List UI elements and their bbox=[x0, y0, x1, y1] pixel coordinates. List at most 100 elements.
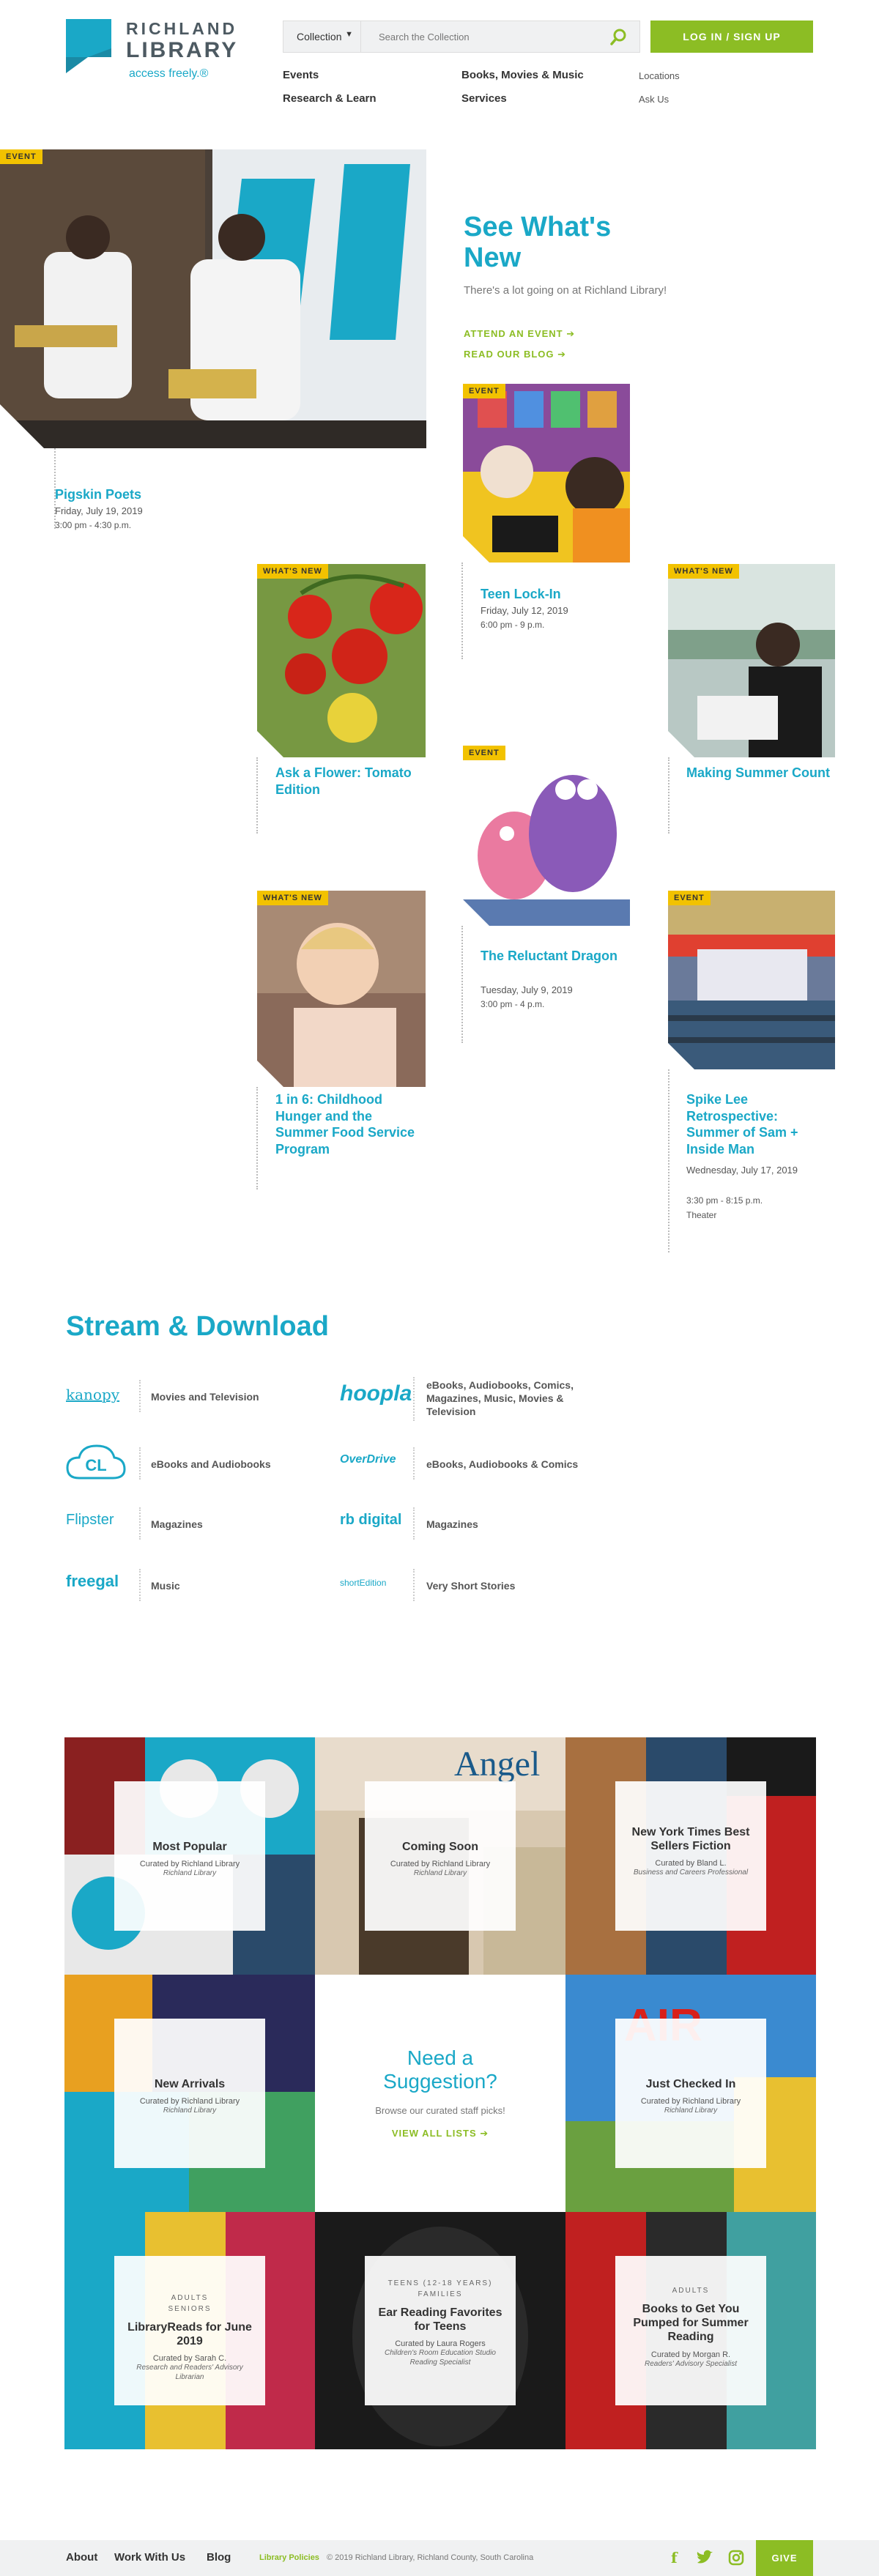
footer-copyright: © 2019 Richland Library, Richland County… bbox=[327, 2553, 534, 2562]
pigskin-poets-image[interactable] bbox=[0, 149, 426, 448]
ask-a-flower-title[interactable]: Ask a Flower: Tomato Edition bbox=[275, 765, 422, 798]
kanopy-label[interactable]: Movies and Television bbox=[151, 1390, 259, 1403]
hero-subtitle: There's a lot going on at Richland Libra… bbox=[464, 284, 667, 297]
facebook-icon[interactable]: f bbox=[671, 2549, 678, 2566]
reluctant-dragon-date: Tuesday, July 9, 2019 bbox=[481, 984, 573, 995]
overdrive-logo[interactable]: OverDrive bbox=[340, 1453, 396, 1466]
teen-lockin-date: Friday, July 12, 2019 bbox=[481, 605, 568, 616]
kanopy-logo[interactable]: kanopy bbox=[66, 1386, 119, 1403]
give-button[interactable]: GIVE bbox=[756, 2540, 813, 2576]
spike-lee-title[interactable]: Spike Lee Retrospective: Summer of Sam +… bbox=[686, 1091, 826, 1157]
need-suggestion-subtitle: Browse our curated staff picks! bbox=[375, 2105, 505, 2117]
login-signup-button[interactable]: LOG IN / SIGN UP bbox=[650, 21, 813, 53]
nav-events[interactable]: Events bbox=[283, 69, 319, 81]
logo-tagline: access freely.® bbox=[129, 67, 209, 80]
overdrive-label[interactable]: eBooks, Audiobooks & Comics bbox=[426, 1458, 578, 1471]
summer-reading-image[interactable] bbox=[668, 564, 835, 757]
tomato-image[interactable] bbox=[257, 564, 426, 757]
card-category: ADULTS SENIORS bbox=[168, 2294, 212, 2313]
view-all-lists-link[interactable]: VIEW ALL LISTS ➔ bbox=[315, 2128, 565, 2139]
attend-event-link[interactable]: ATTEND AN EVENT ➔ bbox=[464, 328, 575, 340]
childhood-hunger-title[interactable]: 1 in 6: Childhood Hunger and the Summer … bbox=[275, 1091, 422, 1157]
short-edition-logo[interactable]: shortEdition bbox=[340, 1578, 386, 1588]
just-checked-in-tile[interactable]: AIR Just Checked In Curated by Richland … bbox=[565, 1975, 816, 2212]
new-arrivals-card: New Arrivals Curated by Richland Library… bbox=[114, 2019, 265, 2168]
teen-lockin-title[interactable]: Teen Lock-In bbox=[481, 586, 561, 603]
search-collection-select[interactable]: Collection ▼ bbox=[283, 21, 361, 52]
boy-reading-photo bbox=[668, 564, 835, 757]
instagram-icon[interactable] bbox=[728, 2550, 744, 2566]
cloud-library-label[interactable]: eBooks and Audiobooks bbox=[151, 1458, 271, 1471]
summer-reading-card: ADULTS Books to Get You Pumped for Summe… bbox=[615, 2256, 766, 2405]
card-title: Most Popular bbox=[152, 1841, 227, 1853]
flipster-logo[interactable]: Flipster bbox=[66, 1512, 114, 1529]
spike-lee-image[interactable] bbox=[668, 891, 835, 1069]
search-bar: Collection ▼ bbox=[283, 21, 640, 53]
reluctant-dragon-time: 3:00 pm - 4 p.m. bbox=[481, 999, 545, 1009]
making-summer-count-title[interactable]: Making Summer Count bbox=[686, 765, 833, 782]
corner-cut bbox=[0, 404, 44, 448]
need-suggestion-panel: Need a Suggestion? Browse our curated st… bbox=[315, 1975, 565, 2212]
event-tag: EVENT bbox=[463, 384, 505, 398]
libraryreads-tile[interactable]: ADULTS SENIORS LibraryReads for June 201… bbox=[64, 2212, 315, 2449]
hoopla-logo[interactable]: hoopla bbox=[340, 1381, 412, 1406]
card-role: Richland Library bbox=[664, 2107, 718, 2115]
nav-locations[interactable]: Locations bbox=[639, 70, 680, 81]
event-tag: EVENT bbox=[0, 149, 42, 164]
freegal-logo[interactable]: freegal bbox=[66, 1572, 119, 1591]
card-title: LibraryReads for June 2019 bbox=[127, 2321, 252, 2348]
nav-research-learn[interactable]: Research & Learn bbox=[283, 92, 377, 105]
ear-reading-tile[interactable]: TEENS (12-18 YEARS) FAMILIES Ear Reading… bbox=[315, 2212, 565, 2449]
spike-lee-date: Wednesday, July 17, 2019 bbox=[686, 1165, 798, 1176]
reluctant-dragon-title[interactable]: The Reluctant Dragon bbox=[481, 948, 627, 965]
footer-blog-link[interactable]: Blog bbox=[207, 2551, 231, 2564]
chevron-down-icon: ▼ bbox=[345, 30, 353, 39]
card-title: Coming Soon bbox=[402, 1841, 478, 1853]
most-popular-tile[interactable]: Most Popular Curated by Richland Library… bbox=[64, 1737, 315, 1975]
pigskin-poets-title[interactable]: Pigskin Poets bbox=[55, 486, 141, 503]
need-suggestion-title: Need a Suggestion? bbox=[383, 2046, 497, 2093]
card-title: Books to Get You Pumped for Summer Readi… bbox=[633, 2303, 749, 2344]
nav-services[interactable]: Services bbox=[461, 92, 507, 105]
nyt-bestsellers-tile[interactable]: New York Times Best Sellers Fiction Cura… bbox=[565, 1737, 816, 1975]
card-curator: Curated by Richland Library bbox=[139, 2097, 240, 2107]
new-arrivals-tile[interactable]: New Arrivals Curated by Richland Library… bbox=[64, 1975, 315, 2212]
rbdigital-label[interactable]: Magazines bbox=[426, 1518, 478, 1531]
whats-new-tag: WHAT'S NEW bbox=[668, 564, 739, 579]
cloud-library-icon[interactable]: CL bbox=[66, 1443, 126, 1482]
card-curator: Curated by Richland Library bbox=[139, 1860, 240, 1869]
most-popular-card: Most Popular Curated by Richland Library… bbox=[114, 1781, 265, 1931]
footer-policies-link[interactable]: Library Policies bbox=[259, 2553, 319, 2562]
short-edition-label[interactable]: Very Short Stories bbox=[426, 1579, 515, 1592]
card-curator: Curated by Sarah C. bbox=[152, 2354, 227, 2364]
rbdigital-logo[interactable]: rb digital bbox=[340, 1512, 401, 1529]
summer-reading-tile[interactable]: ADULTS Books to Get You Pumped for Summe… bbox=[565, 2212, 816, 2449]
hoopla-label[interactable]: eBooks, Audiobooks, Comics, Magazines, M… bbox=[426, 1378, 595, 1419]
freegal-label[interactable]: Music bbox=[151, 1579, 180, 1592]
logo-line2: LIBRARY bbox=[126, 38, 239, 62]
footer-work-link[interactable]: Work With Us bbox=[114, 2551, 185, 2564]
footer-about-link[interactable]: About bbox=[66, 2551, 97, 2564]
search-input[interactable] bbox=[361, 21, 596, 52]
card-role: Research and Readers' Advisory Librarian bbox=[136, 2364, 243, 2382]
card-category: ADULTS bbox=[672, 2287, 710, 2295]
dragon-image[interactable] bbox=[463, 746, 630, 926]
spike-lee-place: Theater bbox=[686, 1210, 717, 1220]
flipster-label[interactable]: Magazines bbox=[151, 1518, 203, 1531]
search-icon[interactable] bbox=[609, 27, 629, 48]
hero-title: See What's New bbox=[464, 212, 612, 273]
nav-ask-us[interactable]: Ask Us bbox=[639, 94, 669, 105]
twitter-icon[interactable] bbox=[696, 2550, 713, 2566]
whats-new-tag: WHAT'S NEW bbox=[257, 891, 328, 905]
library-logo-icon[interactable] bbox=[66, 19, 117, 73]
teen-lockin-image[interactable] bbox=[463, 384, 630, 563]
card-curator: Curated by Richland Library bbox=[390, 1860, 491, 1869]
card-curator: Curated by Laura Rogers bbox=[395, 2339, 486, 2349]
coming-soon-tile[interactable]: Angel Coming Soon Curated by Richland Li… bbox=[315, 1737, 565, 1975]
just-checked-in-card: Just Checked In Curated by Richland Libr… bbox=[615, 2019, 766, 2168]
spike-lee-time: 3:30 pm - 8:15 p.m. bbox=[686, 1195, 763, 1206]
childhood-hunger-image[interactable] bbox=[257, 891, 426, 1087]
read-blog-link[interactable]: READ OUR BLOG ➔ bbox=[464, 349, 566, 360]
teen-lockin-time: 6:00 pm - 9 p.m. bbox=[481, 620, 545, 630]
nav-books-movies-music[interactable]: Books, Movies & Music bbox=[461, 69, 584, 81]
